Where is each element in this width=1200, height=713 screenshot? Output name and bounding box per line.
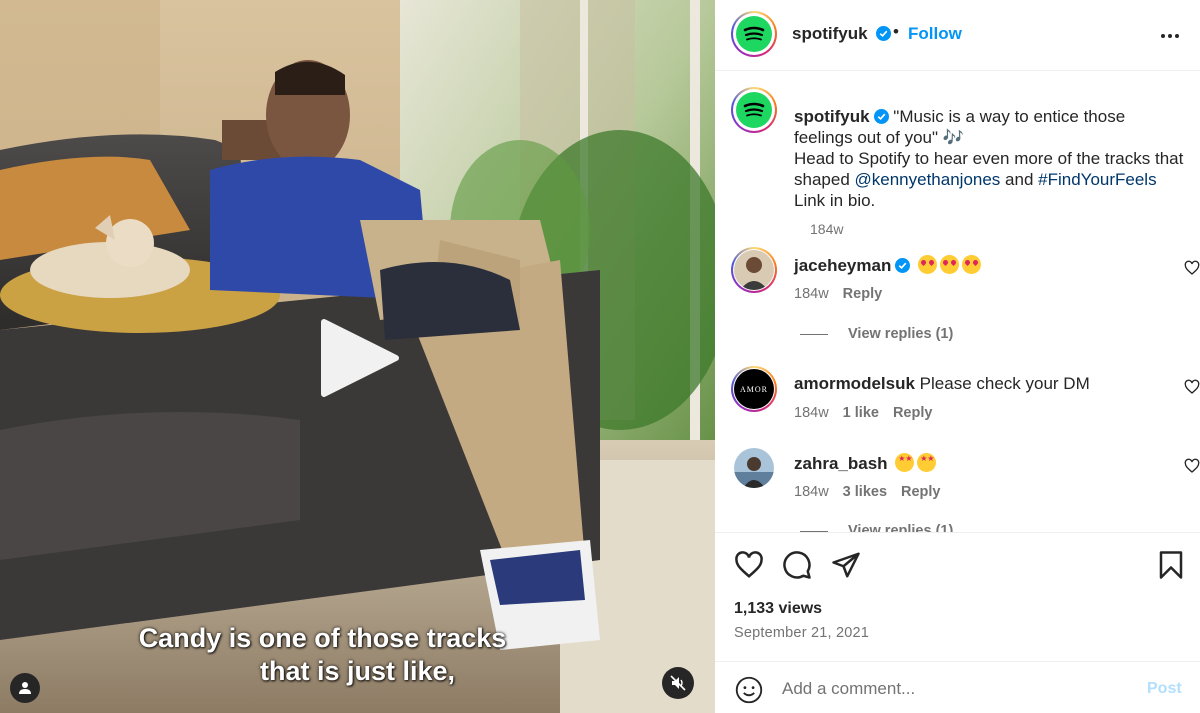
spotify-logo-icon [736, 92, 772, 128]
caption-author-avatar[interactable] [731, 87, 777, 133]
share-paper-plane-icon[interactable] [831, 550, 861, 580]
comment-likes[interactable]: 1 like [843, 405, 879, 421]
caption-text: spotifyuk "Music is a way to entice thos… [794, 106, 1184, 211]
comment-time: 184w [794, 405, 829, 421]
tagged-users-button[interactable] [10, 673, 40, 703]
comment-item: zahra_bash 184w 3 likes Reply [731, 445, 1200, 525]
comment-input[interactable] [782, 676, 1122, 702]
commenter-avatar[interactable] [731, 247, 777, 293]
heart-icon[interactable] [1184, 260, 1200, 276]
mute-toggle-button[interactable] [662, 667, 694, 699]
view-replies-button[interactable]: View replies (1) [800, 523, 953, 532]
ellipsis-icon[interactable] [1155, 26, 1185, 46]
heart-icon[interactable] [1184, 379, 1200, 395]
author-avatar[interactable] [731, 11, 777, 57]
caption-suffix: Link in bio. [794, 191, 876, 210]
verified-badge-icon [872, 26, 891, 44]
emoji-smiley-icon[interactable] [735, 676, 763, 704]
avatar-logo-text: AMOR [739, 384, 768, 394]
comment-body: Please check your DM [919, 374, 1090, 393]
reply-button[interactable]: Reply [843, 286, 883, 302]
heart-eyes-emoji-icon [962, 255, 982, 274]
view-count[interactable]: 1,133 views [734, 600, 822, 618]
comment-time: 184w [794, 286, 829, 302]
follow-button[interactable]: Follow [908, 24, 962, 44]
star-struck-emoji-icon [917, 453, 937, 472]
commenter-avatar[interactable] [731, 445, 777, 491]
commenter-username[interactable]: zahra_bash [794, 454, 888, 473]
verified-badge-icon [895, 258, 911, 273]
comments-list[interactable]: spotifyuk "Music is a way to entice thos… [715, 72, 1200, 532]
hashtag-link[interactable]: #FindYourFeels [1038, 170, 1156, 189]
caption-timestamp[interactable]: 184w [810, 221, 843, 237]
post-details-panel: spotifyuk • Follow spotifyuk "Music is a… [715, 0, 1200, 713]
comment-time: 184w [794, 484, 829, 500]
view-replies-button[interactable]: View replies (1) [800, 326, 953, 342]
post-comment-button[interactable]: Post [1147, 680, 1182, 698]
commenter-avatar[interactable]: AMOR [731, 366, 777, 412]
caption-and: and [1000, 170, 1034, 189]
user-icon [19, 682, 31, 694]
view-replies-label: View replies (1) [848, 326, 954, 342]
reply-button[interactable]: Reply [901, 484, 941, 500]
comment-item: AMOR amormodelsuk Please check your DM 1… [731, 366, 1200, 446]
heart-eyes-emoji-icon [940, 255, 960, 274]
view-replies-label: View replies (1) [848, 523, 954, 532]
commenter-username[interactable]: jaceheyman [794, 256, 891, 275]
commenter-username[interactable]: amormodelsuk [794, 374, 915, 393]
comment-text: zahra_bash [794, 453, 937, 474]
comment-item: jaceheyman 184w Reply [731, 247, 1200, 327]
mention-link[interactable]: @kennyethanjones [855, 170, 1001, 189]
post-date: September 21, 2021 [734, 625, 869, 641]
like-heart-icon[interactable] [734, 550, 764, 580]
comment-meta: 184w 1 like Reply [794, 405, 946, 421]
comment-meta: 184w Reply [794, 286, 896, 302]
reply-button[interactable]: Reply [893, 405, 933, 421]
verified-badge-icon [873, 109, 889, 124]
heart-eyes-emoji-icon [918, 255, 938, 274]
comment-text: jaceheyman [794, 255, 982, 276]
post-actions: 1,133 views September 21, 2021 Post [715, 532, 1200, 713]
bookmark-icon[interactable] [1156, 550, 1186, 580]
comment-likes[interactable]: 3 likes [843, 484, 887, 500]
caption-username[interactable]: spotifyuk [794, 107, 870, 126]
post-header: spotifyuk • Follow [715, 0, 1200, 71]
header-separator: • [893, 22, 899, 41]
star-struck-emoji-icon [895, 453, 915, 472]
comment-bubble-icon[interactable] [782, 550, 812, 580]
play-icon[interactable] [320, 318, 400, 398]
volume-muted-icon [670, 675, 686, 691]
comment-meta: 184w 3 likes Reply [794, 484, 955, 500]
add-comment-bar: Post [715, 661, 1200, 713]
author-username[interactable]: spotifyuk [792, 24, 868, 44]
spotify-logo-icon [736, 16, 772, 52]
comment-text: amormodelsuk Please check your DM [794, 374, 1090, 394]
heart-icon[interactable] [1184, 458, 1200, 474]
video-player[interactable]: Candy is one of those tracks that is jus… [0, 0, 715, 713]
